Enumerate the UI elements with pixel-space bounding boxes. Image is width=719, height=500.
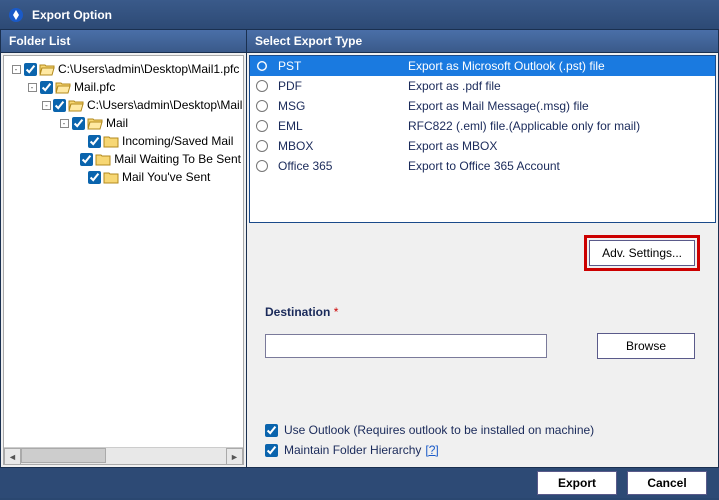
scroll-thumb[interactable] bbox=[21, 448, 106, 463]
destination-input[interactable] bbox=[265, 334, 547, 358]
horizontal-scrollbar[interactable]: ◄ ► bbox=[4, 447, 243, 464]
export-radio-pdf[interactable] bbox=[256, 80, 268, 92]
collapse-icon[interactable]: - bbox=[58, 117, 70, 129]
export-option-msg[interactable]: MSGExport as Mail Message(.msg) file bbox=[250, 96, 715, 116]
export-desc-label: Export as Microsoft Outlook (.pst) file bbox=[408, 59, 709, 73]
export-format-label: PST bbox=[278, 59, 408, 73]
export-radio-eml[interactable] bbox=[256, 120, 268, 132]
export-option-o365[interactable]: Office 365Export to Office 365 Account bbox=[250, 156, 715, 176]
export-format-label: PDF bbox=[278, 79, 408, 93]
browse-button[interactable]: Browse bbox=[597, 333, 695, 359]
export-type-header: Select Export Type bbox=[247, 30, 718, 53]
collapse-icon[interactable]: - bbox=[10, 63, 22, 75]
scroll-right-button[interactable]: ► bbox=[226, 448, 243, 465]
export-option-pdf[interactable]: PDFExport as .pdf file bbox=[250, 76, 715, 96]
tree-spacer bbox=[74, 135, 86, 147]
export-option-mbox[interactable]: MBOXExport as MBOX bbox=[250, 136, 715, 156]
scroll-left-button[interactable]: ◄ bbox=[4, 448, 21, 465]
footer: Export Cancel bbox=[0, 468, 719, 498]
titlebar: Export Option bbox=[0, 0, 719, 30]
folder-icon bbox=[103, 134, 119, 148]
export-desc-label: RFC822 (.eml) file.(Applicable only for … bbox=[408, 119, 709, 133]
folder-open-icon bbox=[87, 116, 103, 130]
export-radio-o365[interactable] bbox=[256, 160, 268, 172]
folder-open-icon bbox=[68, 98, 84, 112]
export-format-label: MSG bbox=[278, 99, 408, 113]
maintain-hierarchy-checkbox-row[interactable]: Maintain Folder Hierarchy [?] bbox=[265, 443, 700, 457]
tree-item-label: C:\Users\admin\Desktop\Mail1.pfc bbox=[58, 62, 239, 76]
tree-spacer bbox=[74, 153, 78, 165]
tree-item[interactable]: - C:\Users\admin\Desktop\Mail1.pfc bbox=[6, 96, 241, 114]
maintain-hierarchy-label: Maintain Folder Hierarchy bbox=[284, 443, 421, 457]
export-option-eml[interactable]: EMLRFC822 (.eml) file.(Applicable only f… bbox=[250, 116, 715, 136]
app-logo-icon bbox=[8, 7, 24, 23]
maintain-hierarchy-checkbox[interactable] bbox=[265, 444, 278, 457]
tree-item[interactable]: Mail You've Sent bbox=[6, 168, 241, 186]
export-option-pst[interactable]: PSTExport as Microsoft Outlook (.pst) fi… bbox=[250, 56, 715, 76]
export-radio-mbox[interactable] bbox=[256, 140, 268, 152]
export-button[interactable]: Export bbox=[537, 471, 617, 495]
folder-tree[interactable]: - C:\Users\admin\Desktop\Mail1.pfc - Mail.p… bbox=[3, 55, 244, 465]
tree-checkbox[interactable] bbox=[72, 117, 85, 130]
use-outlook-label: Use Outlook (Requires outlook to be inst… bbox=[284, 423, 594, 437]
collapse-icon[interactable]: - bbox=[42, 99, 51, 111]
form-area: Adv. Settings... Destination * Browse Us… bbox=[247, 225, 718, 467]
folder-open-icon bbox=[55, 80, 71, 94]
tree-checkbox[interactable] bbox=[80, 153, 93, 166]
folder-icon bbox=[103, 170, 119, 184]
folder-open-icon bbox=[39, 62, 55, 76]
export-desc-label: Export to Office 365 Account bbox=[408, 159, 709, 173]
use-outlook-checkbox-row[interactable]: Use Outlook (Requires outlook to be inst… bbox=[265, 423, 700, 437]
tree-item[interactable]: Mail Waiting To Be Sent bbox=[6, 150, 241, 168]
window-title: Export Option bbox=[32, 8, 112, 22]
tree-item[interactable]: - C:\Users\admin\Desktop\Mail1.pfc bbox=[6, 60, 241, 78]
tree-item-label: Mail bbox=[106, 116, 128, 130]
export-desc-label: Export as .pdf file bbox=[408, 79, 709, 93]
tree-checkbox[interactable] bbox=[88, 171, 101, 184]
tree-checkbox[interactable] bbox=[24, 63, 37, 76]
tree-item-label: Mail.pfc bbox=[74, 80, 115, 94]
use-outlook-checkbox[interactable] bbox=[265, 424, 278, 437]
tree-checkbox[interactable] bbox=[53, 99, 66, 112]
tree-item-label: Mail Waiting To Be Sent bbox=[114, 152, 241, 166]
tree-item-label: Mail You've Sent bbox=[122, 170, 210, 184]
export-radio-pst[interactable] bbox=[256, 60, 268, 72]
tree-checkbox[interactable] bbox=[40, 81, 53, 94]
export-desc-label: Export as MBOX bbox=[408, 139, 709, 153]
tree-checkbox[interactable] bbox=[88, 135, 101, 148]
export-desc-label: Export as Mail Message(.msg) file bbox=[408, 99, 709, 113]
content-area: Folder List - C:\Users\admin\Desktop\Mail… bbox=[0, 30, 719, 468]
export-format-label: MBOX bbox=[278, 139, 408, 153]
export-format-label: EML bbox=[278, 119, 408, 133]
collapse-icon[interactable]: - bbox=[26, 81, 38, 93]
export-format-label: Office 365 bbox=[278, 159, 408, 173]
export-radio-msg[interactable] bbox=[256, 100, 268, 112]
folder-list-header: Folder List bbox=[1, 30, 246, 53]
folder-icon bbox=[95, 152, 111, 166]
adv-settings-highlight: Adv. Settings... bbox=[584, 235, 700, 271]
export-type-list: PSTExport as Microsoft Outlook (.pst) fi… bbox=[249, 55, 716, 223]
folder-list-panel: Folder List - C:\Users\admin\Desktop\Mail… bbox=[1, 30, 247, 467]
destination-label: Destination * bbox=[265, 305, 700, 319]
tree-item[interactable]: - Mail.pfc bbox=[6, 78, 241, 96]
tree-item[interactable]: - Mail bbox=[6, 114, 241, 132]
export-panel: Select Export Type PSTExport as Microsof… bbox=[247, 30, 718, 467]
tree-item[interactable]: Incoming/Saved Mail bbox=[6, 132, 241, 150]
adv-settings-button[interactable]: Adv. Settings... bbox=[589, 240, 695, 266]
tree-item-label: C:\Users\admin\Desktop\Mail1.pfc bbox=[87, 98, 244, 112]
tree-item-label: Incoming/Saved Mail bbox=[122, 134, 233, 148]
help-link[interactable]: [?] bbox=[425, 443, 438, 457]
tree-spacer bbox=[74, 171, 86, 183]
cancel-button[interactable]: Cancel bbox=[627, 471, 707, 495]
